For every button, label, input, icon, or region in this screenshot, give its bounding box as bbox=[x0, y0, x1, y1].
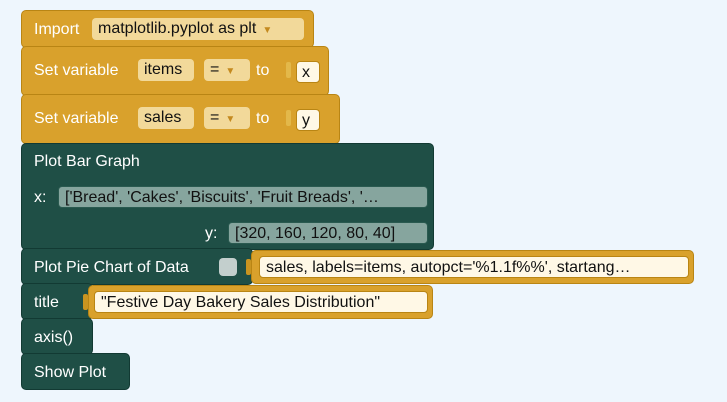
variable-name-field[interactable]: items bbox=[138, 59, 194, 81]
import-module-dropdown[interactable]: matplotlib.pyplot as plt ▼ bbox=[92, 18, 304, 40]
show-plot-block[interactable]: Show Plot bbox=[21, 353, 130, 390]
operator-value: = bbox=[210, 61, 220, 78]
to-label: to bbox=[256, 110, 270, 127]
import-block[interactable]: Import matplotlib.pyplot as plt ▼ bbox=[21, 10, 314, 48]
set-variable-label: Set variable bbox=[34, 62, 119, 79]
y-values-field[interactable]: [320, 160, 120, 80, 40] bbox=[228, 222, 428, 244]
output-connector-icon bbox=[83, 294, 88, 310]
variable-name-value: items bbox=[144, 61, 183, 78]
value-field[interactable]: x bbox=[296, 61, 320, 83]
axis-block[interactable]: axis() bbox=[21, 318, 93, 355]
y-values-text: [320, 160, 120, 80, 40] bbox=[235, 225, 396, 242]
plot-bar-graph-block[interactable]: Plot Bar Graph x: ['Bread', 'Cakes', 'Bi… bbox=[21, 143, 434, 250]
x-values-text: ['Bread', 'Cakes', 'Biscuits', 'Fruit Br… bbox=[65, 189, 379, 206]
input-connector-icon bbox=[286, 110, 291, 126]
pie-args-text: sales, labels=items, autopct='%1.1f%%', … bbox=[266, 259, 631, 276]
output-connector-icon bbox=[246, 259, 251, 275]
title-string-block[interactable]: "Festive Day Bakery Sales Distribution" bbox=[83, 285, 433, 319]
empty-input-slot-icon[interactable] bbox=[219, 258, 237, 276]
dropdown-arrow-icon: ▼ bbox=[225, 66, 236, 77]
show-plot-label: Show Plot bbox=[34, 364, 107, 381]
set-variable-items-block[interactable]: Set variable items = ▼ to x bbox=[21, 46, 329, 96]
x-values-field[interactable]: ['Bread', 'Cakes', 'Biscuits', 'Fruit Br… bbox=[58, 186, 428, 208]
dropdown-arrow-icon: ▼ bbox=[262, 25, 273, 36]
to-label: to bbox=[256, 62, 270, 79]
set-variable-sales-block[interactable]: Set variable sales = ▼ to y bbox=[21, 94, 340, 144]
import-label: Import bbox=[34, 21, 80, 38]
import-module-value: matplotlib.pyplot as plt bbox=[98, 20, 257, 37]
plot-pie-chart-label: Plot Pie Chart of Data bbox=[34, 259, 189, 276]
value-text: y bbox=[302, 112, 310, 129]
value-text: x bbox=[302, 64, 310, 81]
value-field[interactable]: y bbox=[296, 109, 320, 131]
title-string-field[interactable]: "Festive Day Bakery Sales Distribution" bbox=[94, 291, 428, 313]
y-label: y: bbox=[205, 225, 218, 242]
dropdown-arrow-icon: ▼ bbox=[225, 114, 236, 125]
pie-args-field[interactable]: sales, labels=items, autopct='%1.1f%%', … bbox=[259, 256, 689, 278]
plot-bar-graph-label: Plot Bar Graph bbox=[34, 153, 140, 170]
x-label: x: bbox=[34, 189, 47, 206]
title-label: title bbox=[34, 294, 59, 311]
plot-pie-chart-block[interactable]: Plot Pie Chart of Data bbox=[21, 248, 253, 285]
operator-dropdown[interactable]: = ▼ bbox=[204, 59, 250, 81]
operator-dropdown[interactable]: = ▼ bbox=[204, 107, 250, 129]
variable-name-value: sales bbox=[144, 109, 182, 126]
variable-name-field[interactable]: sales bbox=[138, 107, 194, 129]
pie-args-block[interactable]: sales, labels=items, autopct='%1.1f%%', … bbox=[246, 250, 694, 284]
set-variable-label: Set variable bbox=[34, 110, 119, 127]
operator-value: = bbox=[210, 109, 220, 126]
input-connector-icon bbox=[286, 62, 291, 78]
axis-label: axis() bbox=[34, 329, 74, 346]
title-string-text: "Festive Day Bakery Sales Distribution" bbox=[101, 294, 381, 311]
